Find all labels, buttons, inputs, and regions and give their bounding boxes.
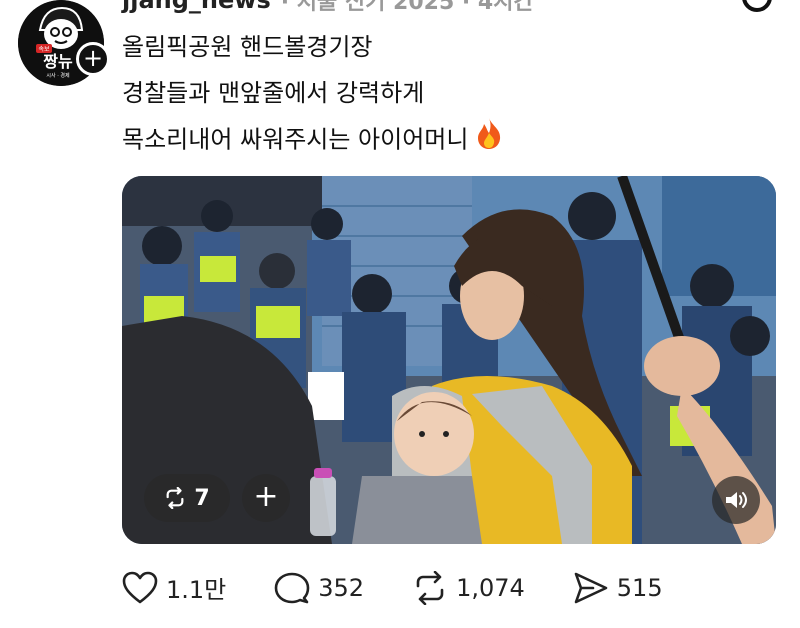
speaker-icon[interactable]	[712, 476, 760, 524]
post-meta: · 서울 신기 2025 · 4시간	[280, 0, 534, 15]
post-body: 올림픽공원 핸드볼경기장 경찰들과 맨앞줄에서 강력하게 목소리내어 싸워주시는…	[122, 24, 504, 165]
plus-icon[interactable]: +	[242, 474, 290, 522]
repost-icon	[416, 570, 444, 605]
video-repost-count: 7	[194, 485, 210, 511]
share-button[interactable]: 515	[573, 571, 663, 605]
post-line-3: 목소리내어 싸워주시는 아이어머니	[122, 116, 504, 165]
like-count: 1.1만	[166, 576, 227, 604]
follow-plus-icon[interactable]: +	[76, 42, 110, 76]
post-video[interactable]: 7 +	[122, 176, 776, 544]
comment-count: 352	[318, 573, 365, 602]
repost-count: 1,074	[456, 573, 525, 602]
username[interactable]: jjang_news	[122, 0, 271, 14]
action-bar: 1.1만 352 1,074 515	[122, 570, 711, 605]
avatar-sub-text: 시사 · 경제	[46, 72, 70, 79]
post-line-3-text: 목소리내어 싸워주시는 아이어머니	[122, 125, 469, 154]
post-line-1: 올림픽공원 핸드볼경기장	[122, 33, 373, 61]
heart-icon	[122, 571, 158, 603]
avatar-logo-text: 짱뉴	[43, 52, 73, 71]
post-header: jjang_news · 서울 신기 2025 · 4시간	[122, 0, 534, 15]
repost-button[interactable]: 1,074	[412, 570, 525, 605]
comment-button[interactable]: 352	[274, 571, 364, 605]
comment-icon	[274, 572, 310, 603]
share-count: 515	[616, 573, 663, 602]
like-button[interactable]: 1.1만	[122, 570, 226, 605]
video-repost-button[interactable]: 7	[144, 474, 230, 522]
post-line-2: 경찰들과 맨앞줄에서 강력하게	[122, 79, 425, 107]
share-icon	[574, 572, 608, 603]
fire-emoji-icon	[474, 116, 504, 165]
repost-icon	[166, 487, 184, 509]
more-icon[interactable]	[742, 0, 772, 12]
